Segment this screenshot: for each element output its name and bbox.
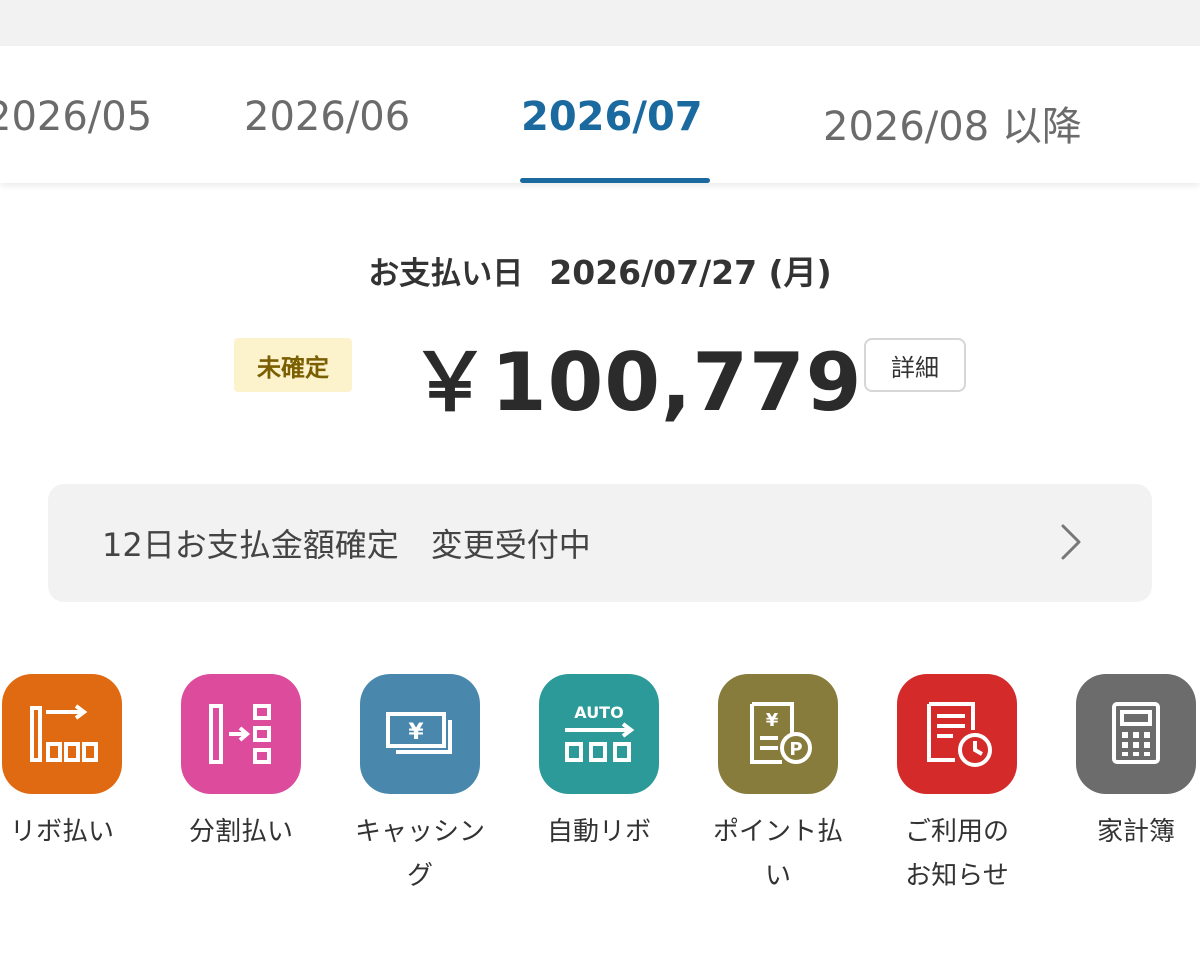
tab-2026-05[interactable]: 2026/05: [0, 94, 152, 140]
auto-icon-text: AUTO: [574, 703, 623, 722]
shortcut-label: ポイント払い: [712, 817, 843, 891]
tab-2026-08-later[interactable]: 2026/08 以降: [823, 94, 1082, 152]
shortcut-cashing[interactable]: ¥ キャッシング: [345, 674, 495, 898]
status-badge: 未確定: [234, 338, 352, 392]
shortcut-label: キャッシング: [354, 817, 485, 891]
month-tabs: 2026/05 2026/06 2026/07 2026/08 以降: [0, 46, 1200, 183]
status-bar-area: [0, 0, 1200, 46]
shortcut-label: 分割払い: [188, 817, 293, 847]
shortcut-usage-notice[interactable]: ご利用の お知らせ: [882, 674, 1032, 898]
shortcut-installment[interactable]: 分割払い: [166, 674, 316, 854]
shortcut-revolving[interactable]: リボ払い: [0, 674, 137, 854]
household-ledger-icon: [1076, 674, 1196, 794]
payment-amount: ￥100,779: [410, 336, 863, 429]
active-tab-indicator: [520, 178, 710, 183]
payment-date: お支払い日 2026/07/27 (月): [0, 246, 1200, 294]
shortcut-household-ledger[interactable]: 家計簿: [1061, 674, 1200, 854]
shortcut-label: 自動リボ: [546, 817, 651, 847]
svg-text:¥: ¥: [408, 720, 424, 745]
installment-icon: [181, 674, 301, 794]
shortcut-auto-revolving[interactable]: AUTO 自動リボ: [524, 674, 674, 854]
auto-revolving-icon: AUTO: [539, 674, 659, 794]
confirmation-notice[interactable]: 12日お支払金額確定 変更受付中: [48, 484, 1152, 602]
svg-text:¥: ¥: [766, 710, 779, 731]
shortcut-label: 家計簿: [1096, 817, 1175, 847]
detail-button[interactable]: 詳細: [864, 338, 966, 392]
svg-text:P: P: [789, 739, 802, 760]
tab-2026-06[interactable]: 2026/06: [244, 94, 410, 140]
payment-date-label: お支払い日: [368, 256, 524, 292]
chevron-right-icon: [1061, 524, 1081, 560]
shortcut-label: ご利用の お知らせ: [904, 817, 1009, 891]
revolving-payment-icon: [2, 674, 122, 794]
payment-date-value: 2026/07/27 (月): [549, 253, 832, 292]
shortcut-label: リボ払い: [9, 817, 114, 847]
notice-text: 12日お支払金額確定 変更受付中: [102, 526, 591, 564]
shortcut-point-payment[interactable]: ¥ P ポイント払い: [703, 674, 853, 898]
point-payment-icon: ¥ P: [718, 674, 838, 794]
cashing-icon: ¥: [360, 674, 480, 794]
payment-amount-row: 未確定 ￥100,779 詳細: [0, 318, 1200, 429]
usage-notice-icon: [897, 674, 1017, 794]
tab-2026-07[interactable]: 2026/07: [521, 94, 703, 140]
